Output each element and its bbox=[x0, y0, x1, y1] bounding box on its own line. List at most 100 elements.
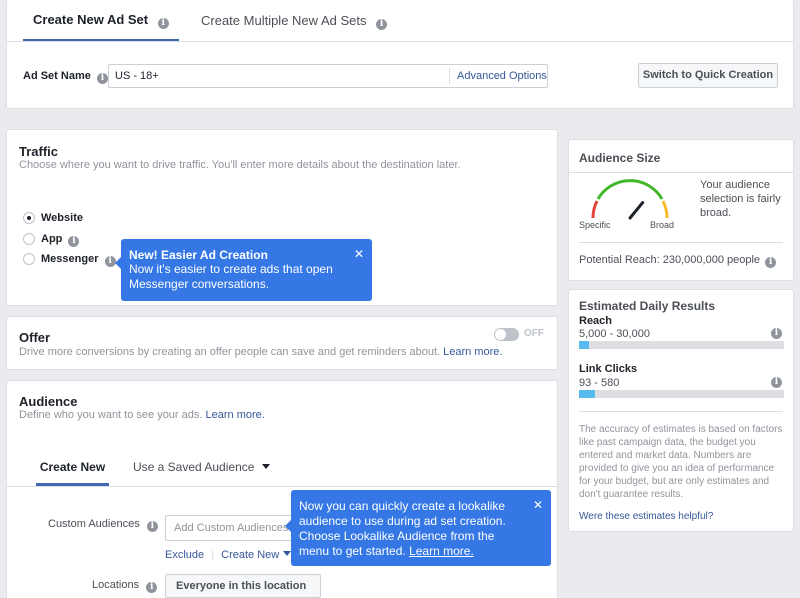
audience-size-card: Audience Size Specific Broad Your audien… bbox=[568, 139, 794, 281]
gauge-broad-label: Broad bbox=[650, 220, 675, 230]
estimates-helpful-link[interactable]: Were these estimates helpful? bbox=[579, 511, 713, 522]
tab-create-multiple-ad-sets[interactable]: Create Multiple New Ad Sets i bbox=[201, 0, 388, 42]
link-clicks-bar bbox=[579, 390, 784, 398]
tab-create-new-ad-set[interactable]: Create New Ad Set i bbox=[23, 0, 179, 42]
tab-use-saved-audience[interactable]: Use a Saved Audience bbox=[133, 451, 270, 486]
tooltip-arrow bbox=[285, 520, 291, 532]
estimated-daily-results-card: Estimated Daily Results Reach 5,000 - 30… bbox=[568, 289, 794, 532]
info-icon[interactable]: i bbox=[146, 521, 158, 532]
tooltip-body-row: Now you can quickly create a lookalike a… bbox=[299, 499, 527, 559]
info-icon[interactable]: i bbox=[376, 19, 388, 30]
divider bbox=[7, 486, 557, 487]
caret-down-icon bbox=[261, 464, 270, 469]
exclude-link[interactable]: Exclude bbox=[165, 549, 204, 561]
divider bbox=[449, 68, 450, 84]
divider bbox=[579, 242, 783, 243]
locations-label: Locations bbox=[92, 579, 140, 591]
option-messenger-row: Messenger i bbox=[41, 253, 116, 267]
create-new-dropdown[interactable]: Create New bbox=[221, 549, 292, 561]
toggle-state-label: OFF bbox=[524, 328, 544, 339]
offer-title: Offer bbox=[19, 330, 51, 345]
close-icon[interactable]: ✕ bbox=[354, 247, 364, 261]
offer-toggle[interactable] bbox=[494, 328, 519, 341]
audience-size-title: Audience Size bbox=[579, 151, 661, 165]
info-icon[interactable]: i bbox=[146, 582, 158, 593]
option-app-label: App bbox=[41, 233, 63, 245]
offer-learn-more-link[interactable]: Learn more. bbox=[443, 346, 502, 358]
switch-to-quick-creation-button[interactable]: Switch to Quick Creation bbox=[638, 63, 778, 88]
separator: | bbox=[211, 549, 215, 561]
reach-value: 5,000 - 30,000 bbox=[579, 328, 650, 340]
create-new-label: Create New bbox=[221, 549, 280, 561]
info-icon[interactable]: i bbox=[68, 236, 80, 247]
reach-label: Reach bbox=[579, 315, 613, 327]
caret-down-icon bbox=[283, 551, 292, 556]
radio-app[interactable] bbox=[23, 233, 35, 245]
tab-label: Use a Saved Audience bbox=[133, 460, 255, 474]
link-clicks-value: 93 - 580 bbox=[579, 377, 620, 389]
info-icon[interactable]: i bbox=[765, 257, 777, 268]
gauge-needle bbox=[628, 201, 645, 220]
ad-set-name-value: US - 18+ bbox=[115, 70, 159, 82]
option-app-row: App i bbox=[41, 233, 80, 247]
tooltip-body: Now you can quickly create a lookalike a… bbox=[299, 499, 506, 558]
tooltip-arrow bbox=[115, 257, 121, 269]
reach-bar bbox=[579, 341, 784, 349]
info-icon[interactable]: i bbox=[96, 73, 108, 84]
custom-audiences-label-row: Custom Audiences i bbox=[48, 518, 158, 532]
close-icon[interactable]: ✕ bbox=[533, 498, 543, 512]
info-icon[interactable]: i bbox=[104, 256, 116, 267]
gauge-segment-broad bbox=[661, 200, 669, 219]
traffic-description: Choose where you want to drive traffic. … bbox=[19, 159, 461, 171]
potential-reach: Potential Reach: 230,000,000 people bbox=[579, 254, 761, 266]
tooltip-learn-more-link[interactable]: Learn more. bbox=[409, 544, 474, 558]
ad-set-name-input[interactable]: US - 18+ Advanced Options bbox=[108, 64, 548, 88]
info-icon[interactable]: i bbox=[771, 328, 782, 339]
potential-reach-row: Potential Reach: 230,000,000 people i bbox=[579, 254, 777, 268]
option-messenger-label: Messenger bbox=[41, 253, 99, 265]
custom-audiences-label: Custom Audiences bbox=[48, 518, 140, 530]
option-website-label: Website bbox=[41, 212, 83, 224]
custom-audience-actions: Exclude | Create New bbox=[165, 549, 292, 561]
tab-label: Create New bbox=[39, 460, 106, 474]
audience-size-description: Your audience selection is fairly broad. bbox=[700, 179, 781, 219]
radio-messenger[interactable] bbox=[23, 253, 35, 265]
gauge-segment-specific bbox=[591, 200, 599, 219]
link-clicks-label: Link Clicks bbox=[579, 363, 638, 375]
locations-label-row: Locations i bbox=[92, 579, 158, 593]
audience-description-row: Define who you want to see your ads. Lea… bbox=[19, 409, 265, 421]
gauge-specific-label: Specific bbox=[579, 220, 611, 230]
divider bbox=[569, 172, 793, 173]
audience-gauge bbox=[591, 179, 669, 220]
audience-description: Define who you want to see your ads. bbox=[19, 409, 203, 421]
divider bbox=[7, 41, 793, 42]
offer-card: Offer Drive more conversions by creating… bbox=[6, 316, 558, 370]
tooltip-title: New! Easier Ad Creation bbox=[129, 248, 268, 262]
link-clicks-bar-fill bbox=[579, 390, 596, 398]
ad-set-name-label: Ad Set Name bbox=[23, 70, 91, 82]
reach-bar-fill bbox=[579, 341, 590, 349]
locations-dropdown[interactable]: Everyone in this location bbox=[165, 574, 321, 598]
custom-audiences-input[interactable]: Add Custom Audiences or bbox=[165, 515, 301, 541]
lookalike-tooltip: Now you can quickly create a lookalike a… bbox=[285, 490, 551, 566]
toggle-knob bbox=[495, 329, 506, 340]
tab-label: Create Multiple New Ad Sets bbox=[201, 13, 367, 28]
tab-create-new[interactable]: Create New bbox=[36, 451, 109, 486]
custom-audiences-placeholder: Add Custom Audiences or bbox=[174, 522, 302, 534]
easier-ad-creation-tooltip: New! Easier Ad Creation Now it's easier … bbox=[115, 239, 372, 301]
info-icon[interactable]: i bbox=[157, 18, 169, 29]
audience-title: Audience bbox=[19, 394, 78, 409]
divider bbox=[579, 411, 783, 412]
gauge-segment-balanced bbox=[596, 179, 664, 200]
offer-description-row: Drive more conversions by creating an of… bbox=[19, 346, 502, 358]
info-icon[interactable]: i bbox=[771, 377, 782, 388]
advanced-options-link[interactable]: Advanced Options bbox=[457, 70, 547, 82]
daily-results-title: Estimated Daily Results bbox=[579, 299, 716, 313]
tab-label: Create New Ad Set bbox=[33, 12, 149, 27]
locations-value: Everyone in this location bbox=[176, 580, 307, 592]
estimates-disclaimer: The accuracy of estimates is based on fa… bbox=[579, 424, 783, 500]
ad-set-header-card: Create New Ad Set i Create Multiple New … bbox=[6, 0, 794, 109]
audience-learn-more-link[interactable]: Learn more. bbox=[206, 409, 265, 421]
radio-website[interactable] bbox=[23, 212, 35, 224]
traffic-title: Traffic bbox=[19, 144, 59, 159]
